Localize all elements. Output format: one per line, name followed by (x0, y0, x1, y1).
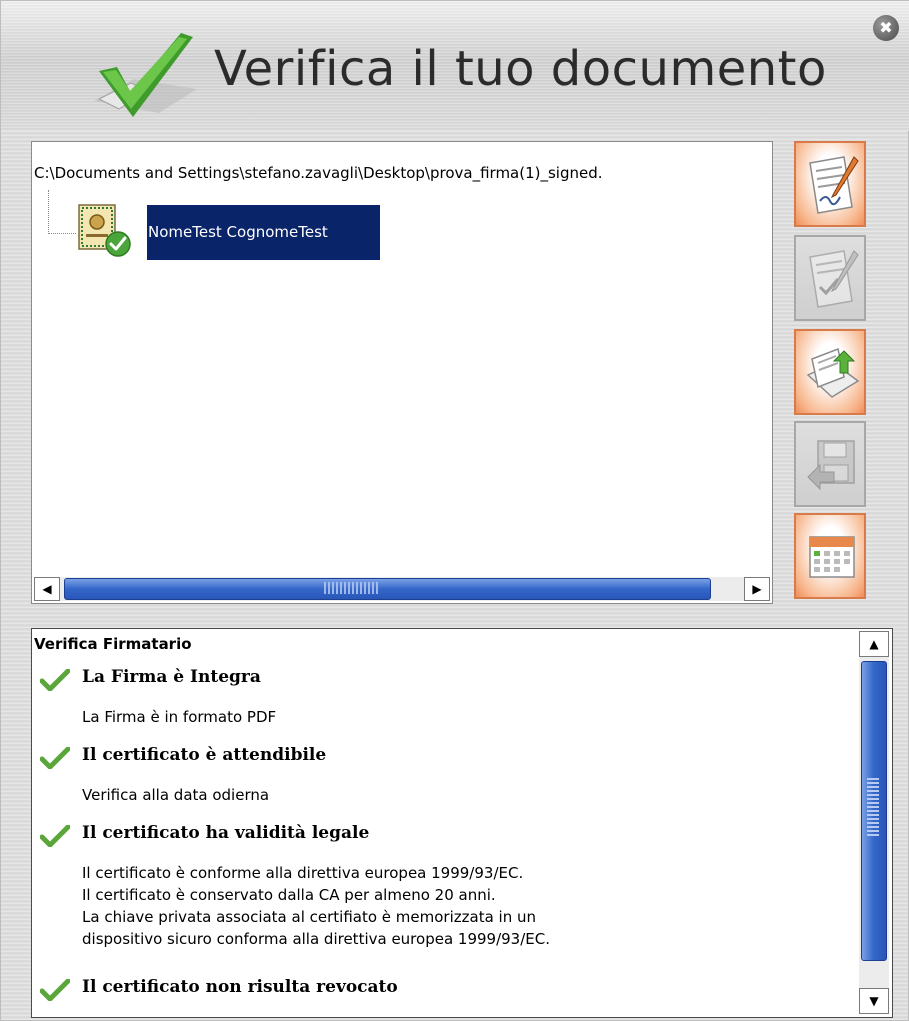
status-item-detail: Il certificato è conservato dalla CA per… (82, 886, 496, 904)
close-button[interactable]: ✖ (873, 15, 899, 41)
verification-results-panel: Verifica Firmatario La Firma è Integra L… (31, 628, 893, 1018)
status-item-title: Il certificato ha validità legale (82, 823, 370, 843)
envelope-export-button[interactable] (794, 329, 866, 415)
document-path: C:\Documents and Settings\stefano.zavagl… (34, 164, 603, 182)
save-floppy-icon (807, 440, 855, 491)
tree-connector-horizontal (48, 233, 76, 234)
close-icon: ✖ (879, 18, 893, 37)
envelope-export-icon (806, 347, 860, 398)
green-check-logo-icon (94, 33, 197, 117)
signature-tree-panel[interactable]: C:\Documents and Settings\stefano.zavagl… (31, 141, 773, 604)
verify-window: Verifica il tuo documento ✖ C:\Documents… (0, 0, 909, 1021)
status-item-detail: Verifica alla data odierna (82, 786, 270, 804)
check-icon (40, 979, 70, 1001)
certificate-check-icon (78, 204, 131, 257)
status-item-title: Il certificato non risulta revocato (82, 977, 398, 997)
status-item-title: La Firma è Integra (82, 667, 261, 687)
results-heading: Verifica Firmatario (34, 635, 192, 653)
sign-document-icon (809, 156, 859, 214)
scroll-down-button[interactable]: ▼ (859, 988, 889, 1014)
scroll-grip (324, 582, 379, 594)
horizontal-scroll-thumb[interactable] (64, 578, 711, 600)
save-button[interactable] (794, 421, 866, 507)
calendar-button[interactable] (794, 513, 866, 599)
scroll-right-button[interactable]: ▶ (744, 577, 770, 601)
scroll-up-button[interactable]: ▲ (859, 631, 889, 657)
check-icon (40, 669, 70, 691)
scroll-left-button[interactable]: ◀ (34, 577, 60, 601)
vertical-scrollbar[interactable]: ▲ ▼ (859, 631, 889, 1014)
status-item-detail: dispositivo sicuro conforma alla diretti… (82, 930, 550, 948)
check-icon (40, 747, 70, 769)
status-item-detail: La chiave privata associata al certifiat… (82, 908, 536, 926)
scroll-grip (867, 776, 879, 836)
countersign-icon (809, 250, 859, 308)
calendar-icon (809, 536, 855, 578)
check-icon (40, 825, 70, 847)
status-item-title: Il certificato è attendibile (82, 745, 327, 765)
signer-node[interactable]: NomeTest CognomeTest (147, 205, 380, 260)
window-title: Verifica il tuo documento (214, 41, 827, 97)
status-item-detail: Il certificato è conforme alla direttiva… (82, 864, 524, 882)
tree-connector-vertical (48, 190, 49, 234)
status-item-detail: La Firma è in formato PDF (82, 708, 277, 726)
horizontal-scrollbar[interactable]: ◀ ▶ (34, 577, 770, 601)
sign-document-button[interactable] (794, 141, 866, 227)
countersign-button[interactable] (794, 235, 866, 321)
